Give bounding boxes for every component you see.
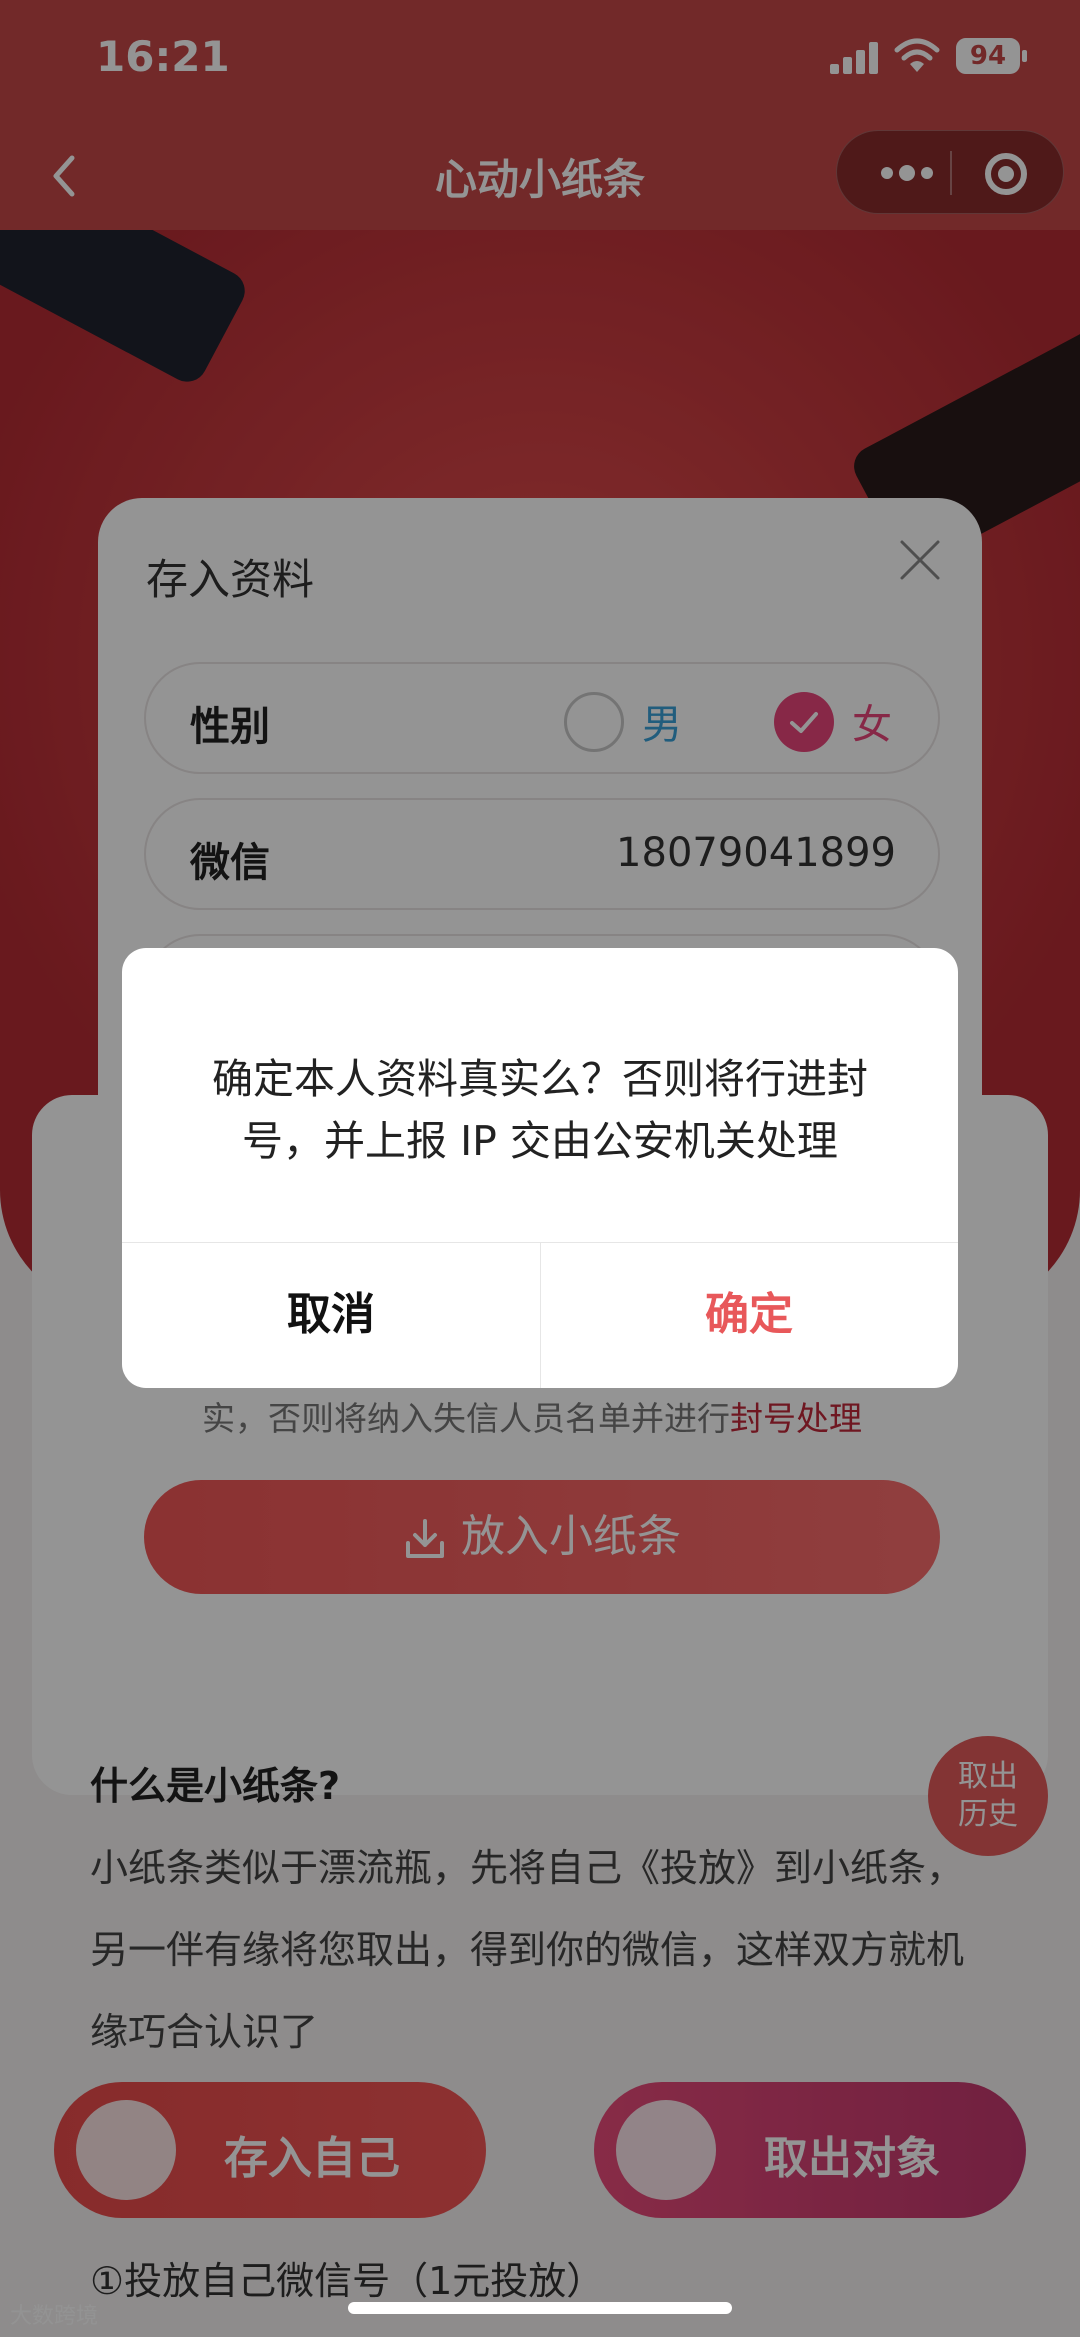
home-indicator[interactable] — [348, 2302, 732, 2314]
dialog-message: 确定本人资料真实么？否则将行进封号，并上报 IP 交由公安机关处理 — [212, 1055, 868, 1165]
cancel-button[interactable]: 取消 — [122, 1242, 540, 1388]
confirm-dialog: 确定本人资料真实么？否则将行进封号，并上报 IP 交由公安机关处理 取消 确定 — [122, 948, 958, 1388]
confirm-button[interactable]: 确定 — [540, 1242, 958, 1388]
